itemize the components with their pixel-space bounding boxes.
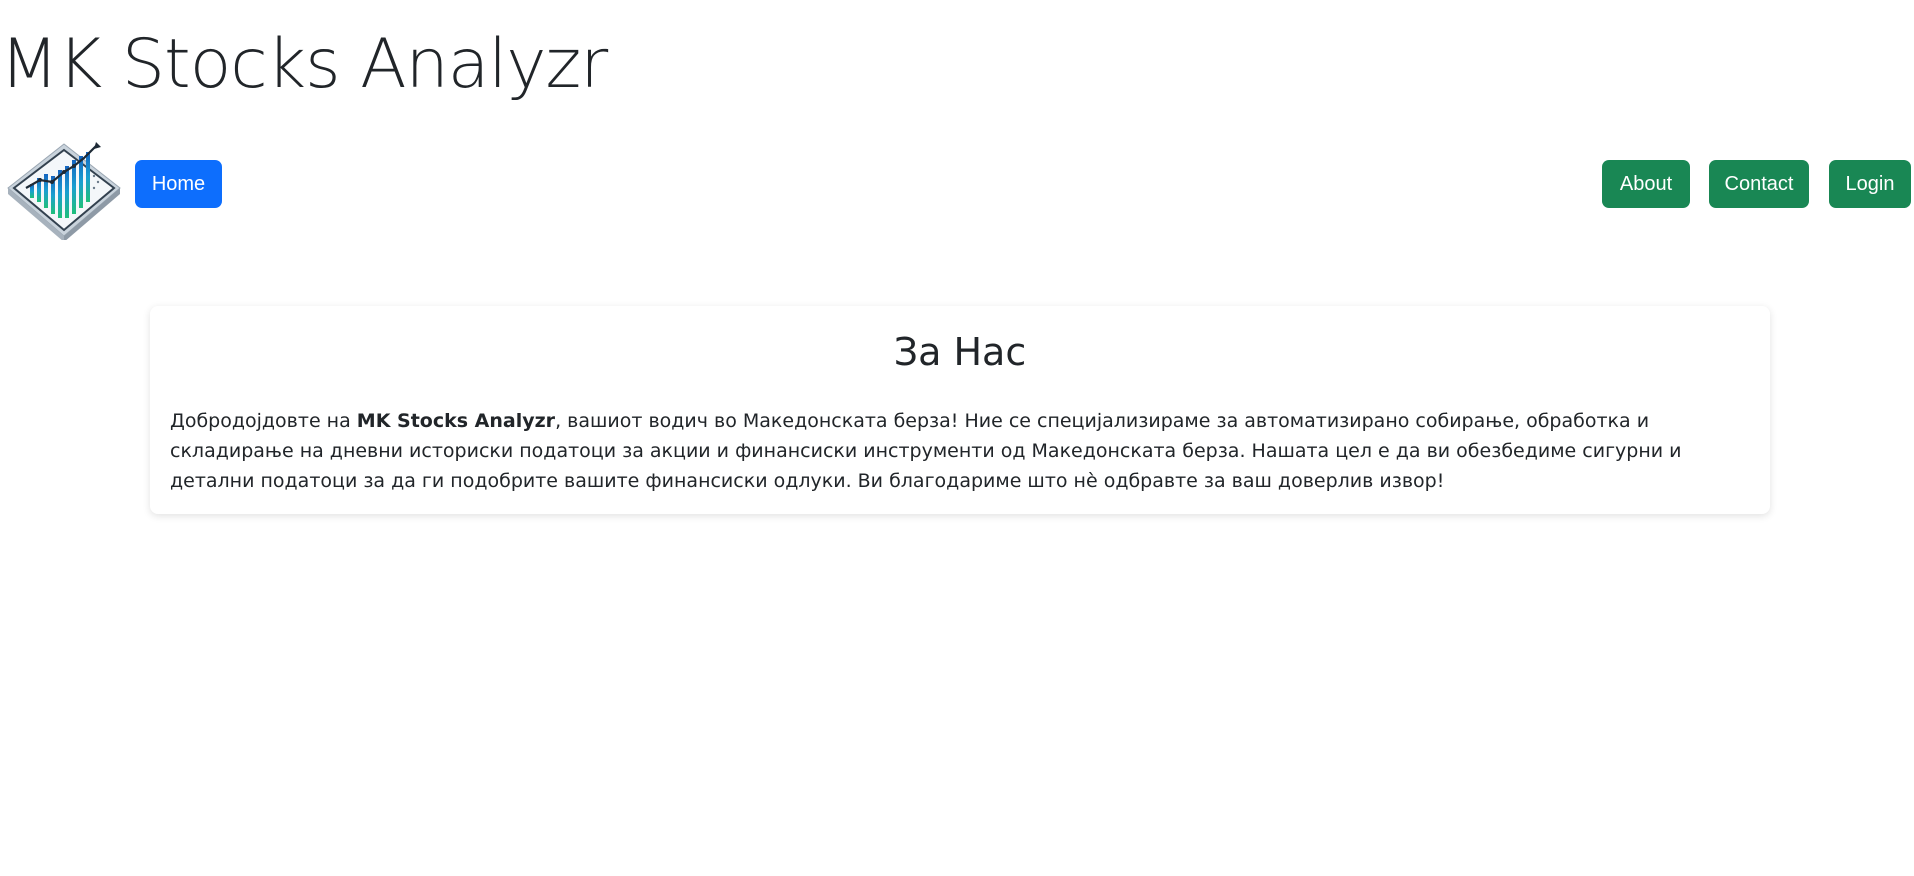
navbar: Home About Contact Login xyxy=(0,132,1914,240)
brand-name: MK Stocks Analyzr xyxy=(356,409,556,432)
login-button[interactable]: Login xyxy=(1829,160,1911,208)
home-button[interactable]: Home xyxy=(135,160,222,208)
stock-chart-logo-icon[interactable] xyxy=(4,136,124,240)
about-text: Добродојдовте на MK Stocks Analyzr, ваши… xyxy=(170,406,1750,496)
about-card: За Нас Добродојдовте на MK Stocks Analyz… xyxy=(150,306,1770,514)
site-title: MK Stocks Analyzr xyxy=(0,25,608,104)
about-button[interactable]: About xyxy=(1602,160,1690,208)
contact-button[interactable]: Contact xyxy=(1709,160,1809,208)
about-heading: За Нас xyxy=(893,330,1027,374)
about-intro-before: Добродојдовте на xyxy=(170,409,357,432)
